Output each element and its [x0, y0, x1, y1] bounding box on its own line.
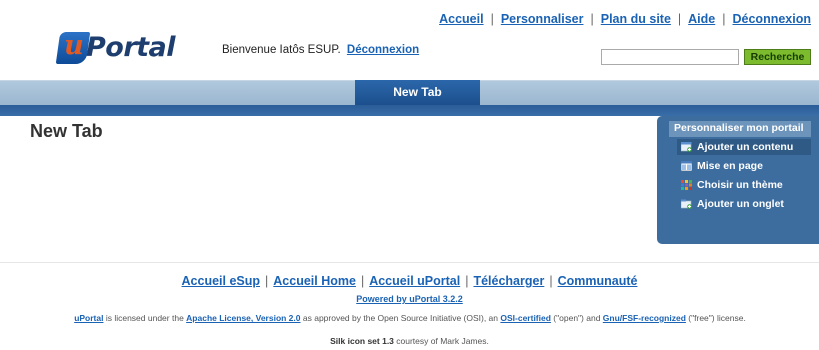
personalize-panel: Personnaliser mon portail Ajouter un con…	[657, 116, 819, 244]
theme-icon	[681, 180, 692, 190]
license-text: as approved by the Open Source Initiativ…	[300, 313, 501, 323]
footer-link-accueil-home[interactable]: Accueil Home	[273, 274, 356, 288]
top-nav-separator: |	[722, 12, 726, 26]
footer-link-accueil-uportal[interactable]: Accueil uPortal	[369, 274, 460, 288]
search-button[interactable]: Recherche	[744, 49, 811, 65]
top-nav-separator: |	[677, 12, 682, 26]
gnu-fsf-link[interactable]: Gnu/FSF-recognized	[603, 313, 686, 323]
footer-separator: |	[360, 274, 365, 288]
apache-license-link[interactable]: Apache License, Version 2.0	[186, 313, 300, 323]
silk-credit-text: courtesy of Mark James.	[393, 336, 489, 346]
choose-theme-link[interactable]: Choisir un thème	[677, 177, 811, 193]
top-nav-personnaliser-link[interactable]: Personnaliser	[501, 12, 584, 26]
top-nav-deconnexion-link[interactable]: Déconnexion	[733, 12, 812, 26]
add-content-link[interactable]: Ajouter un contenu	[677, 139, 811, 155]
logo-badge-letter: u	[64, 30, 84, 61]
license-text: ("open") and	[550, 313, 603, 323]
tab-bar: New Tab	[0, 80, 819, 105]
license-text: ("free") license.	[685, 313, 746, 323]
welcome-logout-link[interactable]: Déconnexion	[347, 44, 419, 56]
top-nav-separator: |	[490, 12, 494, 26]
footer-separator: |	[465, 274, 469, 288]
footer-divider	[0, 262, 819, 263]
add-tab-icon	[681, 199, 692, 209]
silk-credit: Silk icon set 1.3 courtesy of Mark James…	[0, 336, 819, 346]
uportal-logo[interactable]: u Portal	[46, 30, 186, 68]
top-nav-aide-link[interactable]: Aide	[688, 12, 715, 26]
powered-by-link[interactable]: Powered by uPortal 3.2.2	[356, 294, 463, 304]
welcome-message: Bienvenue Iatôs ESUP. Déconnexion	[222, 44, 419, 56]
welcome-text: Bienvenue Iatôs ESUP.	[222, 44, 341, 56]
footer-link-communaute[interactable]: Communauté	[558, 274, 638, 288]
header: Accueil | Personnaliser | Plan du site | Aide |…	[0, 0, 819, 80]
add-tab-link[interactable]: Ajouter un onglet	[677, 196, 811, 212]
top-nav-separator: |	[590, 12, 594, 26]
license-text: is licensed under the	[103, 313, 187, 323]
layout-icon	[681, 161, 692, 171]
footer-links: Accueil eSup | Accueil Home | Accueil uPorta…	[0, 274, 819, 288]
layout-link[interactable]: Mise en page	[677, 158, 811, 174]
powered-by: Powered by uPortal 3.2.2	[0, 294, 819, 304]
personalize-panel-title: Personnaliser mon portail	[669, 121, 811, 137]
page-title: New Tab	[30, 121, 103, 141]
tab-new-tab[interactable]: New Tab	[355, 80, 480, 105]
logo-text: Portal	[86, 32, 176, 63]
choose-theme-label: Choisir un thème	[697, 179, 783, 191]
add-content-icon	[681, 142, 692, 152]
top-nav-accueil-link[interactable]: Accueil	[439, 12, 483, 26]
top-nav: Accueil | Personnaliser | Plan du site | Aide |…	[439, 12, 811, 26]
search-input[interactable]	[601, 49, 739, 65]
add-tab-label: Ajouter un onglet	[697, 198, 784, 210]
top-nav-plan-du-site-link[interactable]: Plan du site	[601, 12, 671, 26]
layout-label: Mise en page	[697, 160, 763, 172]
tab-bar-underline	[0, 105, 819, 116]
silk-icon-set-name: Silk icon set 1.3	[330, 336, 394, 346]
footer-link-accueil-esup[interactable]: Accueil eSup	[182, 274, 261, 288]
add-content-label: Ajouter un contenu	[697, 141, 794, 153]
footer-link-telecharger[interactable]: Télécharger	[473, 274, 544, 288]
osi-certified-link[interactable]: OSI-certified	[500, 313, 551, 323]
license-product-link[interactable]: uPortal	[74, 313, 103, 323]
footer-separator: |	[549, 274, 553, 288]
license-notice: uPortal is licensed under the Apache Lic…	[10, 313, 810, 323]
footer-separator: |	[265, 274, 269, 288]
